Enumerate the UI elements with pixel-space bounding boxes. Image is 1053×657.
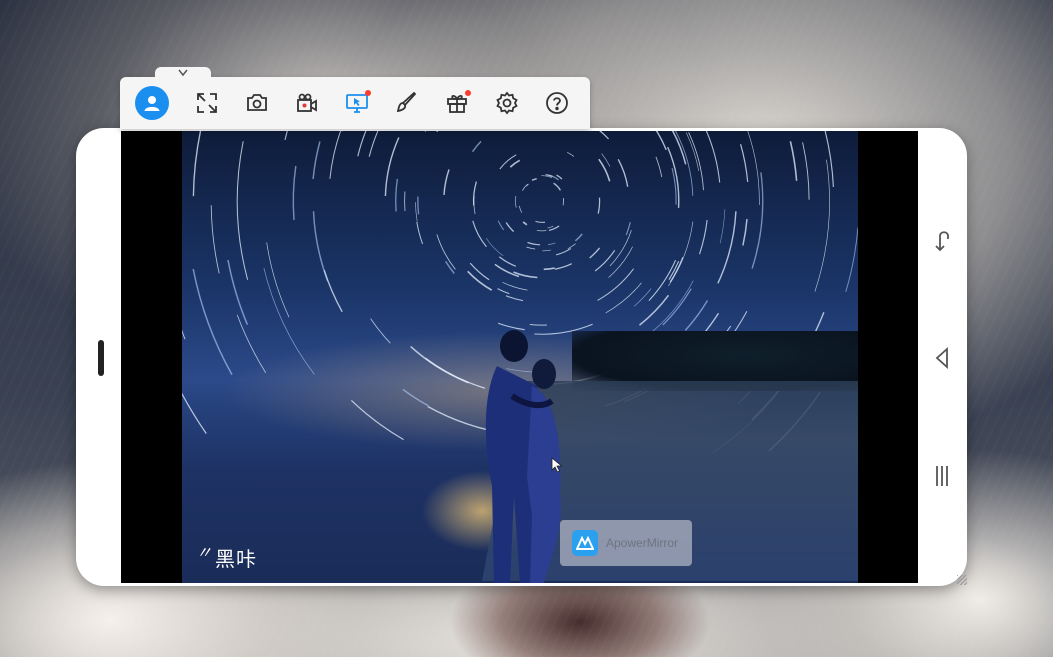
phone-home-button[interactable] (930, 343, 954, 373)
settings-button[interactable] (482, 78, 532, 128)
home-icon (935, 346, 948, 370)
help-button[interactable] (532, 78, 582, 128)
apowermirror-badge: ApowerMirror (560, 520, 692, 566)
toolbar-collapse-tab[interactable] (155, 67, 211, 79)
brush-icon (396, 91, 417, 113)
gear-icon (496, 91, 518, 115)
window-resize-grip[interactable] (957, 575, 967, 585)
notification-badge (465, 90, 471, 96)
whiteboard-button[interactable] (382, 78, 432, 128)
mirrored-screen[interactable]: 〃黑咔 ApowerMirror (121, 131, 918, 583)
camera-icon (247, 94, 267, 111)
chevron-down-icon (178, 69, 188, 77)
apowermirror-badge-label: ApowerMirror (606, 536, 679, 550)
phone-frame: 〃黑咔 ApowerMirror (76, 128, 967, 586)
mirror-toolbar (120, 77, 590, 129)
video-watermark: 〃黑咔 (196, 543, 258, 571)
fullscreen-button[interactable] (182, 78, 232, 128)
mouse-cursor-icon (551, 457, 563, 473)
phone-speaker (98, 340, 104, 376)
screen-cast-button[interactable] (332, 78, 382, 128)
account-button[interactable] (132, 78, 172, 128)
help-icon (546, 92, 568, 114)
gift-button[interactable] (432, 78, 482, 128)
fullscreen-icon (197, 93, 217, 113)
video-camera-icon (297, 93, 317, 112)
user-icon (135, 86, 169, 120)
phone-recent-apps-button[interactable] (930, 461, 954, 491)
apowermirror-logo-icon (572, 530, 598, 556)
notification-badge (365, 90, 371, 96)
back-icon (935, 231, 949, 252)
video-player[interactable]: 〃黑咔 ApowerMirror (182, 131, 858, 583)
screenshot-button[interactable] (232, 78, 282, 128)
phone-back-button[interactable] (930, 224, 954, 254)
recent-apps-icon (936, 466, 948, 486)
record-button[interactable] (282, 78, 332, 128)
